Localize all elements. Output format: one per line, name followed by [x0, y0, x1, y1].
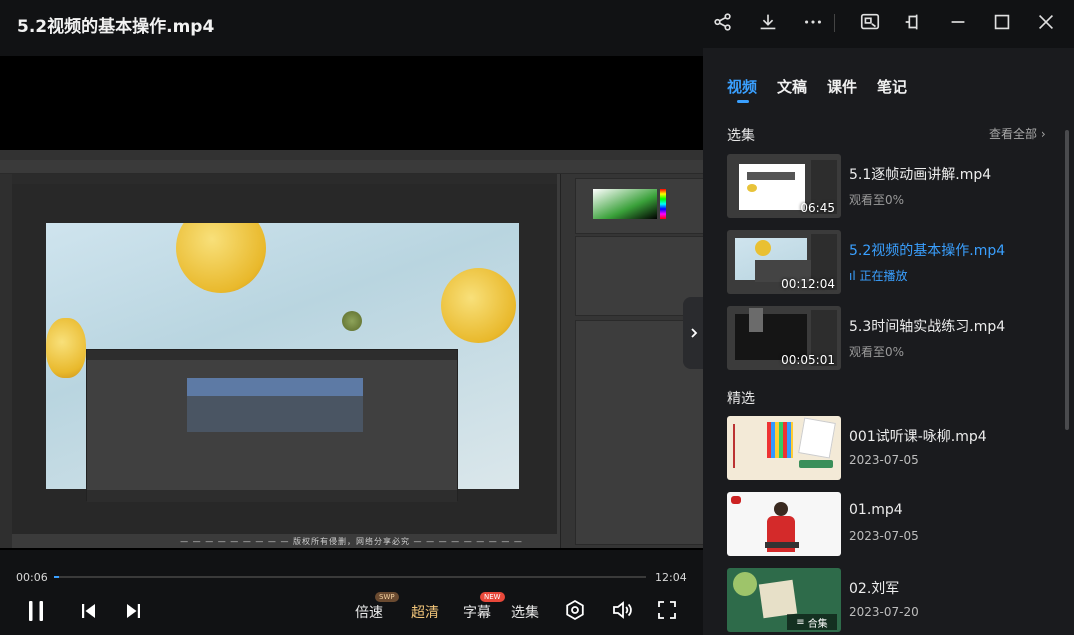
- pin-icon[interactable]: [901, 10, 925, 34]
- frame-timeline-panel: [86, 349, 458, 502]
- quality-button[interactable]: 超清: [411, 602, 439, 622]
- frame-tabs: [12, 174, 557, 184]
- tab-notes[interactable]: 笔记: [877, 76, 907, 97]
- sidebar-tabs: 视频 文稿 课件 笔记: [727, 76, 907, 103]
- more-icon[interactable]: [801, 10, 825, 34]
- episode-title: 5.2视频的基本操作.mp4: [849, 243, 1006, 259]
- video-watermark-caption: — — — — — — — — — 版权所有侵删，网络分享必究 — — — — …: [180, 537, 523, 546]
- episode-title: 5.3时间轴实战练习.mp4: [849, 319, 1006, 335]
- chevron-right-icon: [690, 328, 697, 338]
- player-controls: 00:06 12:04 SWP 倍速 超清 NEW 字幕 选集: [0, 550, 703, 635]
- featured-title: 02.刘军: [849, 581, 900, 597]
- download-icon[interactable]: [756, 10, 780, 34]
- episode-thumbnail: 00:05:01: [727, 306, 841, 370]
- episode-thumbnail: 00:12:04: [727, 230, 841, 294]
- volume-icon: [613, 601, 632, 619]
- expand-panel-button[interactable]: [683, 297, 704, 369]
- frame-menubar: [0, 150, 703, 160]
- close-icon[interactable]: [1034, 10, 1058, 34]
- progress-fill: [54, 576, 59, 578]
- speed-button[interactable]: 倍速: [355, 602, 383, 622]
- progress-bar[interactable]: [54, 576, 646, 578]
- featured-item[interactable]: ≡ 合集 02.刘军 2023-07-20: [727, 568, 1057, 632]
- sidebar: 视频 文稿 课件 笔记 选集 查看全部 › 06:45 5.1逐帧动画讲解.mp…: [703, 48, 1074, 635]
- window-title: 5.2视频的基本操作.mp4: [17, 17, 215, 37]
- episode-title: 5.1逐帧动画讲解.mp4: [849, 167, 992, 183]
- skip-previous-icon: [82, 604, 95, 618]
- featured-thumbnail: ≡ 合集: [727, 568, 841, 632]
- episodes-heading: 选集: [727, 128, 755, 144]
- featured-title: 01.mp4: [849, 502, 903, 518]
- next-button[interactable]: [124, 602, 142, 620]
- featured-item[interactable]: 001试听课-咏柳.mp4 2023-07-05: [727, 416, 1057, 480]
- featured-date: 2023-07-05: [849, 453, 919, 467]
- episode-duration: 00:12:04: [781, 277, 835, 291]
- featured-date: 2023-07-05: [849, 529, 919, 543]
- episode-duration: 06:45: [800, 201, 835, 215]
- gear-icon: [566, 599, 584, 621]
- skip-next-icon: [127, 604, 140, 618]
- title-bar-divider: [834, 14, 835, 32]
- view-all-link[interactable]: 查看全部 ›: [989, 125, 1046, 142]
- episode-duration: 00:05:01: [781, 353, 835, 367]
- video-frame: [0, 150, 703, 548]
- tab-courseware[interactable]: 课件: [827, 76, 857, 97]
- speed-badge: SWP: [375, 592, 399, 602]
- featured-title: 001试听课-咏柳.mp4: [849, 429, 987, 445]
- featured-item[interactable]: 01.mp4 2023-07-05: [727, 492, 1057, 556]
- fullscreen-icon: [658, 601, 676, 619]
- fullscreen-button[interactable]: [657, 600, 677, 620]
- layers-icon: ≡: [796, 616, 805, 628]
- equalizer-icon: ıl: [849, 269, 856, 283]
- episode-item-current[interactable]: 00:12:04 5.2视频的基本操作.mp4 ıl 正在播放: [727, 230, 1057, 294]
- previous-button[interactable]: [80, 602, 98, 620]
- frame-options-bar: [0, 160, 703, 174]
- view-all-label: 查看全部: [989, 127, 1038, 141]
- settings-button[interactable]: [564, 599, 586, 621]
- now-playing-label: 正在播放: [859, 269, 908, 283]
- pause-icon: [29, 601, 43, 621]
- collection-badge: 合集: [807, 618, 828, 630]
- episode-item[interactable]: 06:45 5.1逐帧动画讲解.mp4 观看至0%: [727, 154, 1057, 218]
- tab-transcript[interactable]: 文稿: [777, 76, 807, 97]
- episode-thumbnail: 06:45: [727, 154, 841, 218]
- featured-date: 2023-07-20: [849, 605, 919, 619]
- duration: 12:04: [655, 571, 687, 584]
- episode-item[interactable]: 00:05:01 5.3时间轴实战练习.mp4 观看至0%: [727, 306, 1057, 370]
- current-time: 00:06: [16, 571, 48, 584]
- volume-button[interactable]: [611, 599, 633, 621]
- subtitle-new-badge: NEW: [480, 592, 505, 602]
- mini-window-icon[interactable]: [858, 10, 882, 34]
- minimize-icon[interactable]: [946, 10, 970, 34]
- maximize-icon[interactable]: [990, 10, 1014, 34]
- video-player[interactable]: — — — — — — — — — 版权所有侵删，网络分享必究 — — — — …: [0, 56, 703, 550]
- scrollbar[interactable]: [1065, 130, 1069, 430]
- featured-thumbnail: [727, 416, 841, 480]
- episodes-button[interactable]: 选集: [511, 602, 539, 622]
- now-playing-status: ıl 正在播放: [849, 267, 908, 284]
- title-bar: 5.2视频的基本操作.mp4: [0, 0, 1074, 48]
- chevron-right-icon: ›: [1040, 127, 1046, 141]
- share-icon[interactable]: [711, 10, 735, 34]
- subtitle-button[interactable]: 字幕: [463, 602, 491, 622]
- featured-thumbnail: [727, 492, 841, 556]
- frame-panels: [560, 174, 703, 548]
- episode-progress: 观看至0%: [849, 345, 905, 359]
- episode-progress: 观看至0%: [849, 193, 905, 207]
- pause-button[interactable]: [24, 598, 48, 624]
- frame-toolbar: [0, 174, 12, 548]
- featured-heading: 精选: [727, 391, 755, 407]
- tab-video[interactable]: 视频: [727, 76, 757, 103]
